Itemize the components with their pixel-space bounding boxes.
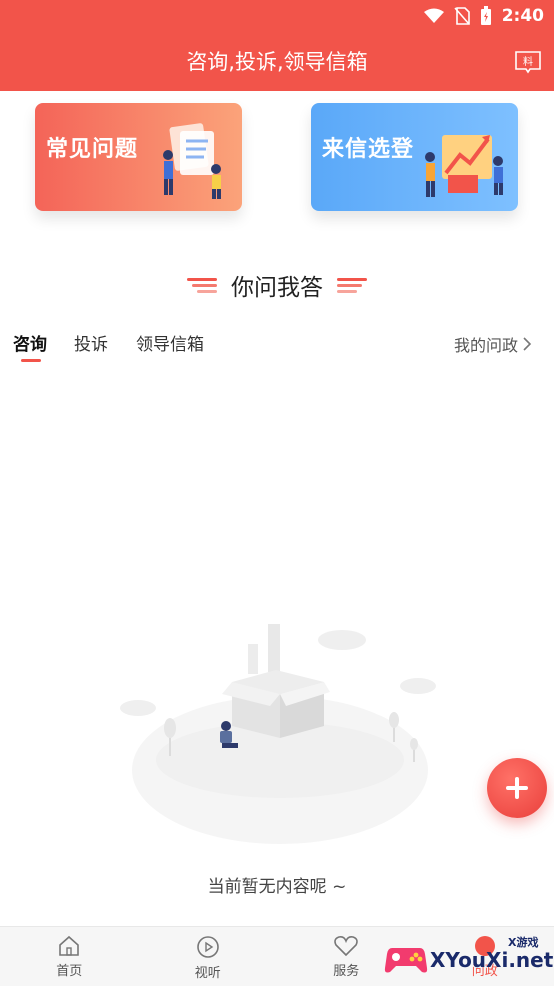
my-questions-link[interactable]: 我的问政 <box>454 332 532 356</box>
svg-text:料: 料 <box>523 55 533 68</box>
section-title: 你问我答 <box>231 275 323 301</box>
add-question-button[interactable] <box>487 758 547 818</box>
active-tab-indicator <box>21 359 41 362</box>
gamepad-logo-icon <box>384 948 428 973</box>
section-heading: 你问我答 <box>0 268 554 302</box>
empty-state-text: 当前暂无内容呢 ~ <box>207 877 347 897</box>
heart-icon <box>334 936 359 957</box>
chevron-right-icon <box>523 337 532 351</box>
nav-home[interactable]: 首页 <box>0 927 139 986</box>
faq-card-label: 常见问题 <box>46 137 139 162</box>
letters-card-label: 来信选登 <box>322 137 415 162</box>
status-time: 2:40 <box>501 6 544 26</box>
faq-card[interactable]: 常见问题 <box>35 103 242 211</box>
status-bar: 2:40 <box>423 0 554 32</box>
letters-illustration <box>425 135 503 197</box>
watermark: X游戏 XYouXi.net <box>384 930 554 986</box>
wifi-icon <box>423 8 444 23</box>
app-header: 2:40 咨询,投诉,领导信箱 料 <box>0 0 554 91</box>
play-icon <box>196 936 219 958</box>
letters-card[interactable]: 来信选登 <box>311 103 518 211</box>
tab-consult[interactable]: 咨询 <box>13 330 47 355</box>
battery-icon <box>480 6 491 25</box>
tab-complaint[interactable]: 投诉 <box>74 330 108 355</box>
decor-lines-left-icon <box>187 278 217 293</box>
page-title: 咨询,投诉,领导信箱 <box>186 50 368 74</box>
no-sim-icon <box>454 7 470 25</box>
newspaper-icon[interactable]: 料 <box>514 50 542 74</box>
tab-leader-mailbox[interactable]: 领导信箱 <box>136 330 204 355</box>
my-questions-label: 我的问政 <box>453 336 518 355</box>
tab-bar: 咨询 投诉 领导信箱 我的问政 <box>0 330 554 370</box>
faq-illustration <box>163 123 221 199</box>
plus-icon <box>506 777 528 799</box>
nav-media-label: 视听 <box>194 966 221 981</box>
watermark-text: XYouXi.net <box>430 948 554 972</box>
nav-media[interactable]: 视听 <box>139 927 278 986</box>
decor-lines-right-icon <box>337 278 367 293</box>
home-icon <box>59 935 80 956</box>
empty-state-illustration <box>120 624 436 844</box>
nav-home-label: 首页 <box>56 964 83 979</box>
nav-service-label: 服务 <box>333 964 360 979</box>
